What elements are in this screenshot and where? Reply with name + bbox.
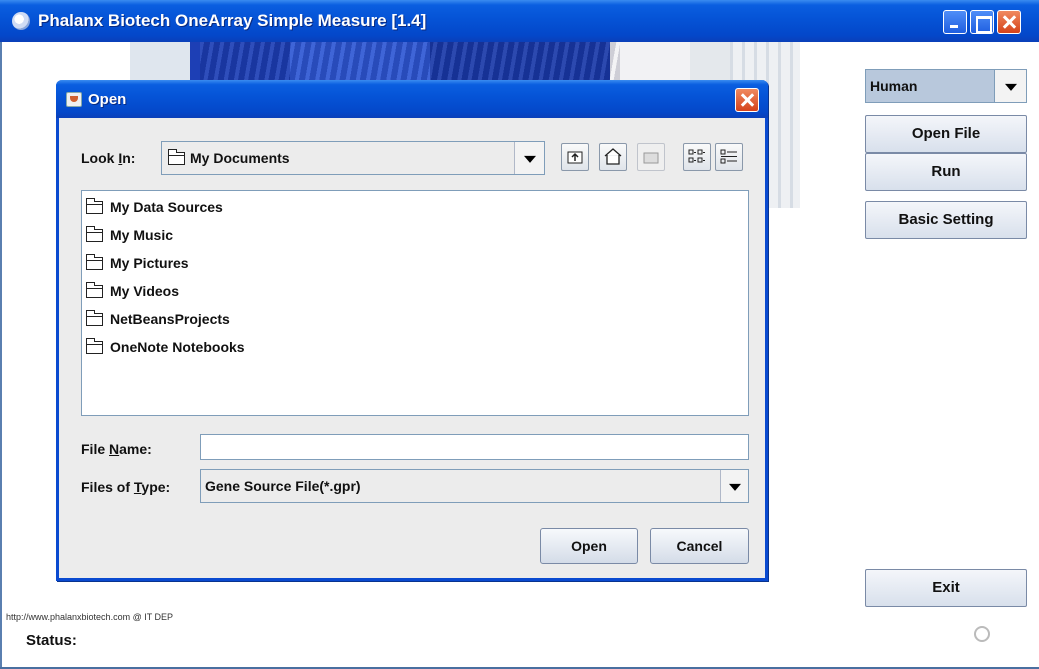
- files-of-type-select[interactable]: Gene Source File(*.gpr): [200, 469, 749, 503]
- cancel-button[interactable]: Cancel: [650, 528, 749, 564]
- company-url: http://www.phalanxbiotech.com @ IT DEP: [6, 612, 174, 622]
- list-view-icon: [688, 149, 705, 163]
- folder-icon: [86, 310, 103, 326]
- dialog-title-bar: Open: [56, 80, 768, 118]
- status-indicator-icon: [974, 626, 990, 642]
- up-one-level-button[interactable]: [561, 143, 589, 171]
- dialog-title: Open: [88, 91, 127, 108]
- minimize-button[interactable]: [943, 10, 967, 34]
- java-cup-icon: [66, 92, 82, 107]
- list-item[interactable]: My Data Sources: [86, 197, 386, 219]
- folder-icon: [86, 198, 103, 214]
- list-item-label: OneNote Notebooks: [110, 339, 245, 355]
- list-item[interactable]: My Pictures: [86, 253, 386, 275]
- status-label: Status:: [26, 632, 77, 649]
- home-button[interactable]: [599, 143, 627, 171]
- window-title: Phalanx Biotech OneArray Simple Measure …: [38, 11, 427, 30]
- list-item-label: My Data Sources: [110, 199, 223, 215]
- new-folder-icon: [643, 152, 659, 164]
- open-button[interactable]: Open: [540, 528, 638, 564]
- open-dialog: Open Look In: My Documents My Data Sourc…: [56, 80, 768, 581]
- open-file-button[interactable]: Open File: [865, 115, 1027, 153]
- list-item[interactable]: OneNote Notebooks: [86, 337, 386, 359]
- look-in-value: My Documents: [190, 150, 290, 166]
- species-select[interactable]: Human: [865, 69, 1027, 103]
- look-in-dropdown-button[interactable]: [514, 142, 544, 174]
- list-item[interactable]: NetBeansProjects: [86, 309, 386, 331]
- main-title-bar: Phalanx Biotech OneArray Simple Measure …: [0, 0, 1039, 42]
- list-view-button[interactable]: [683, 143, 711, 171]
- close-icon: [739, 92, 755, 108]
- files-of-type-label: Files of Type:: [81, 479, 171, 495]
- list-item-label: My Videos: [110, 283, 179, 299]
- files-of-type-value: Gene Source File(*.gpr): [205, 478, 361, 494]
- run-button[interactable]: Run: [865, 153, 1027, 191]
- folder-up-icon: [567, 151, 583, 164]
- close-button[interactable]: [997, 10, 1021, 34]
- file-name-label: File Name:: [81, 441, 152, 457]
- chevron-down-icon: [728, 483, 741, 491]
- look-in-select[interactable]: My Documents: [161, 141, 545, 175]
- details-view-button[interactable]: [715, 143, 743, 171]
- look-in-label: Look In:: [81, 150, 136, 166]
- folder-icon: [168, 149, 185, 165]
- species-dropdown-button[interactable]: [994, 70, 1026, 102]
- folder-icon: [86, 254, 103, 270]
- close-icon: [1001, 14, 1017, 30]
- list-item[interactable]: My Music: [86, 225, 386, 247]
- folder-icon: [86, 226, 103, 242]
- window-border-left: [0, 42, 2, 668]
- folder-icon: [86, 282, 103, 298]
- list-item-label: My Music: [110, 227, 174, 243]
- chevron-down-icon: [523, 155, 536, 163]
- file-name-input[interactable]: [200, 434, 749, 460]
- exit-button[interactable]: Exit: [865, 569, 1027, 607]
- list-item-label: NetBeansProjects: [110, 311, 230, 327]
- file-list[interactable]: My Data Sources My Music My Pictures My …: [81, 190, 749, 416]
- chevron-down-icon: [1004, 83, 1017, 91]
- new-folder-button[interactable]: [637, 143, 665, 171]
- folder-icon: [86, 338, 103, 354]
- files-of-type-dropdown-button[interactable]: [720, 470, 748, 502]
- species-select-value: Human: [870, 78, 918, 94]
- details-view-icon: [720, 149, 737, 164]
- maximize-button[interactable]: [970, 10, 994, 34]
- basic-setting-button[interactable]: Basic Setting: [865, 201, 1027, 239]
- dialog-close-button[interactable]: [735, 88, 759, 112]
- app-icon: [12, 12, 30, 30]
- list-item[interactable]: My Videos: [86, 281, 386, 303]
- home-icon: [604, 148, 622, 165]
- list-item-label: My Pictures: [110, 255, 189, 271]
